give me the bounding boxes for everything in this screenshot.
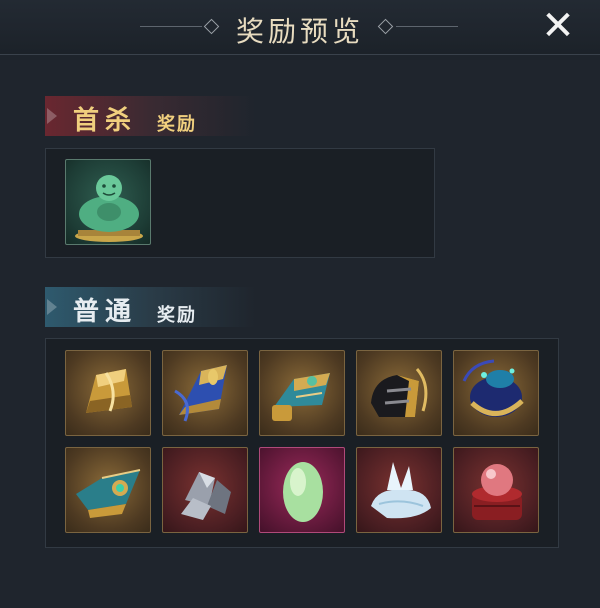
gold-bracer-icon (86, 369, 132, 413)
green-gem-icon (283, 462, 323, 522)
reward-slot[interactable] (65, 350, 151, 436)
normal-reward-box (45, 338, 559, 548)
close-button[interactable]: ✕ (538, 6, 578, 46)
reward-slot[interactable] (453, 447, 539, 533)
normal-reward-header: 普通 奖励 (45, 287, 255, 327)
normal-reward-subtitle: 奖励 (157, 305, 197, 326)
header-arrow-icon (47, 299, 57, 315)
first-kill-title: 首杀 (73, 106, 138, 136)
teal-jewel-bracer-icon (76, 469, 141, 518)
reward-slot[interactable] (259, 350, 345, 436)
reward-slot[interactable] (162, 447, 248, 533)
title-right-line (396, 26, 458, 27)
reward-slot[interactable] (259, 447, 345, 533)
header-arrow-icon (47, 108, 57, 124)
ice-crystal-icon (371, 462, 431, 519)
blue-orb-gauntlet-icon (462, 359, 524, 417)
dialog-titlebar: 奖励预览 ✕ (0, 0, 600, 55)
normal-reward-title: 普通 (73, 297, 138, 327)
reward-slot[interactable] (65, 159, 151, 245)
first-kill-reward-box (45, 148, 435, 258)
teal-gold-bracer-icon (272, 373, 330, 421)
reward-slot[interactable] (453, 350, 539, 436)
blue-gold-bracer-icon (174, 365, 227, 422)
silver-ore-icon (181, 472, 231, 520)
red-pearl-box-icon (472, 464, 522, 520)
dialog-title: 奖励预览 (235, 15, 364, 48)
reward-slot[interactable] (356, 350, 442, 436)
reward-slot[interactable] (162, 350, 248, 436)
jade-buddha-statue-icon (75, 175, 143, 242)
first-kill-subtitle: 奖励 (157, 114, 197, 135)
reward-slot[interactable] (65, 447, 151, 533)
close-icon: ✕ (541, 3, 575, 49)
first-kill-header: 首杀 奖励 (45, 96, 255, 136)
dark-gauntlet-icon (371, 368, 428, 417)
reward-slot[interactable] (356, 447, 442, 533)
